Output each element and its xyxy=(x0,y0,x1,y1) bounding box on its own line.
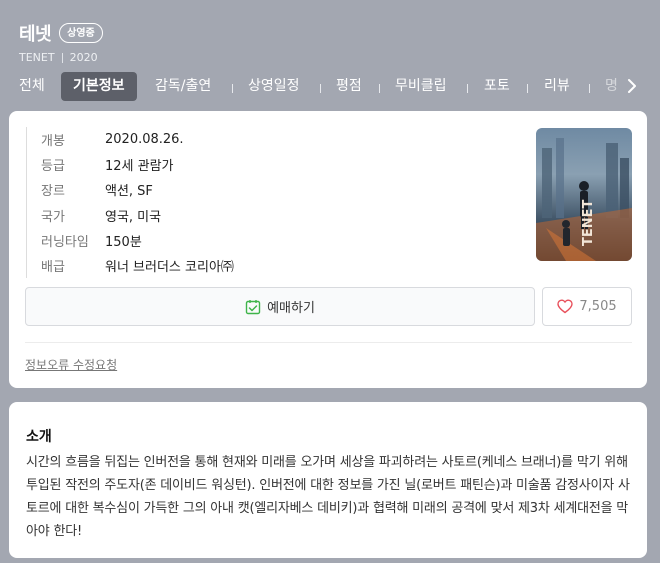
like-count: 7,505 xyxy=(579,299,617,314)
tab-divider xyxy=(467,84,468,93)
info-label: 등급 xyxy=(26,152,105,178)
tab-rating[interactable]: 평점 xyxy=(336,72,362,101)
intro-heading: 소개 xyxy=(26,429,52,445)
report-error-link[interactable]: 정보오류 수정요청 xyxy=(25,356,117,373)
info-row-distributor: 배급 워너 브러더스 코리아㈜ xyxy=(26,252,496,279)
info-label: 러닝타임 xyxy=(26,227,105,253)
tab-divider xyxy=(589,84,590,93)
info-value: 2020.08.26. xyxy=(105,132,184,148)
section-divider xyxy=(25,342,632,343)
info-row-release: 개봉 2020.08.26. xyxy=(26,127,496,153)
info-label: 배급 xyxy=(26,252,105,279)
subtitle-divider xyxy=(61,52,63,63)
reserve-label: 예매하기 xyxy=(267,301,315,316)
movie-subtitle: TENET 2020 xyxy=(19,51,98,64)
info-value: 영국, 미국 xyxy=(105,209,162,225)
tab-photo[interactable]: 포토 xyxy=(484,72,510,101)
tab-divider xyxy=(527,84,528,93)
movie-header: 테넷 상영중 TENET 2020 전체 기본정보 감독/출연 상영일정 평점 … xyxy=(0,0,660,104)
info-row-rating: 등급 12세 관람가 xyxy=(26,152,496,178)
intro-card: 소개 시간의 흐름을 뒤집는 인버전을 통해 현재와 미래를 오가며 세상을 파… xyxy=(9,402,647,558)
tab-director-cast[interactable]: 감독/출연 xyxy=(155,72,211,101)
info-label: 개봉 xyxy=(26,127,105,153)
tab-divider xyxy=(232,84,233,93)
tab-divider xyxy=(320,84,321,93)
tab-all[interactable]: 전체 xyxy=(19,72,45,101)
info-list: 개봉 2020.08.26. 등급 12세 관람가 장르 액션, SF 국가 영… xyxy=(26,127,496,279)
info-value: 액션, SF xyxy=(105,184,153,200)
release-year: 2020 xyxy=(69,51,98,64)
basic-info-card: 개봉 2020.08.26. 등급 12세 관람가 장르 액션, SF 국가 영… xyxy=(9,111,647,388)
tab-movie-clip[interactable]: 무비클립 xyxy=(395,72,447,101)
tab-basic-info[interactable]: 기본정보 xyxy=(61,72,137,101)
svg-text:TENET: TENET xyxy=(581,199,596,246)
info-label: 장르 xyxy=(26,177,105,203)
title-row: 테넷 상영중 xyxy=(19,20,103,46)
tab-divider xyxy=(379,84,380,93)
tab-review[interactable]: 리뷰 xyxy=(544,72,570,101)
like-button[interactable]: 7,505 xyxy=(542,287,632,326)
info-row-country: 국가 영국, 미국 xyxy=(26,202,496,228)
info-label: 국가 xyxy=(26,202,105,228)
info-row-runtime: 러닝타임 150분 xyxy=(26,227,496,253)
chevron-right-icon[interactable] xyxy=(622,76,642,96)
reserve-button[interactable]: 예매하기 xyxy=(25,287,535,326)
calendar-check-icon xyxy=(245,299,261,314)
intro-text: 시간의 흐름을 뒤집는 인버전을 통해 현재와 미래를 오가며 세상을 파괴하려… xyxy=(26,455,630,539)
heart-icon xyxy=(557,299,574,314)
info-value: 150분 xyxy=(105,234,142,250)
original-title: TENET xyxy=(19,51,55,64)
tab-schedule[interactable]: 상영일정 xyxy=(248,72,300,101)
status-badge: 상영중 xyxy=(59,23,103,43)
tab-bar: 전체 기본정보 감독/출연 상영일정 평점 무비클립 포토 리뷰 명 xyxy=(0,72,660,102)
info-value: 워너 브러더스 코리아㈜ xyxy=(105,260,234,276)
info-value: 12세 관람가 xyxy=(105,159,174,175)
tab-more[interactable]: 명 xyxy=(605,72,617,101)
movie-title: 테넷 xyxy=(19,24,52,45)
info-row-genre: 장르 액션, SF xyxy=(26,177,496,203)
movie-poster[interactable]: TENET xyxy=(536,128,632,261)
